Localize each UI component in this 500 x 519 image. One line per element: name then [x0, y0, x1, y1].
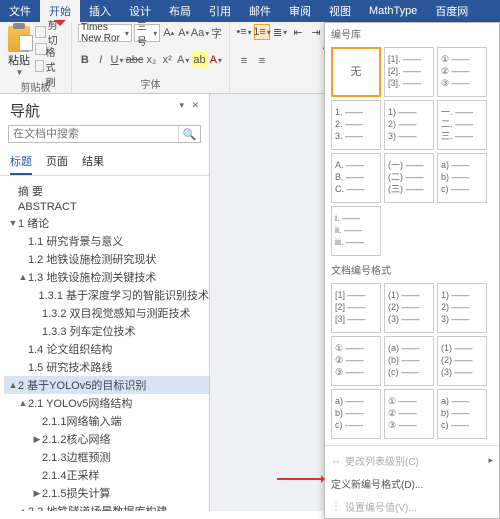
ribbon-tab-5[interactable]: 引用: [200, 0, 240, 22]
chevron-down-icon: ▼: [15, 68, 24, 77]
numlib-doc-item[interactable]: 1) ——2) ——3) ——: [437, 283, 487, 333]
align-left-button[interactable]: ≡: [236, 53, 252, 69]
brush-icon: [35, 60, 44, 72]
phonetic-guide-button[interactable]: 字: [210, 25, 223, 41]
bullets-button[interactable]: •≡▾: [236, 24, 252, 40]
subscript-button[interactable]: x₂: [145, 52, 159, 68]
change-list-level-menu: ↔更改列表级别(C)▸: [325, 449, 499, 472]
format-painter-button[interactable]: 格式刷: [35, 58, 65, 74]
tree-node[interactable]: ▲2.2 地铁隧道场景数据库构建: [4, 502, 209, 511]
tree-node[interactable]: 1.4 论文组织结构: [4, 340, 209, 358]
nav-tab-1[interactable]: 页面: [46, 149, 68, 175]
tree-node[interactable]: ▶2.1.5损失计算: [4, 484, 209, 502]
numlib-item[interactable]: (一) ——(二) ——(三) ——: [384, 153, 434, 203]
nav-title: 导航: [10, 100, 40, 121]
ribbon-tab-8[interactable]: 视图: [320, 0, 360, 22]
tree-node[interactable]: 1.5 研究技术路线: [4, 358, 209, 376]
align-center-button[interactable]: ≡: [254, 53, 270, 69]
clipboard-icon: [8, 26, 30, 52]
paste-button[interactable]: 粘贴 ▼: [6, 24, 32, 79]
tree-node[interactable]: 摘 要: [4, 182, 209, 200]
tree-node[interactable]: 2.1.1网络输入端: [4, 412, 209, 430]
numlib-doc-item[interactable]: (a) ——(b) ——(c) ——: [384, 336, 434, 386]
tree-node[interactable]: 1.3.1 基于深度学习的智能识别技术: [4, 286, 209, 304]
tree-node[interactable]: 2.1.4正采样: [4, 466, 209, 484]
font-size-select[interactable]: 三号▾: [134, 24, 160, 42]
font-color-button[interactable]: A▾: [209, 52, 223, 68]
multilevel-list-button[interactable]: ≣▾: [272, 24, 288, 40]
numlib-doc-title: 文档编号格式: [325, 259, 499, 280]
ribbon-tab-4[interactable]: 布局: [160, 0, 200, 22]
tree-node[interactable]: ▼1 绪论: [4, 214, 209, 232]
clipboard-group-label: 剪贴板: [6, 79, 65, 94]
tree-node[interactable]: 1.2 地铁设施检测研究现状: [4, 250, 209, 268]
ribbon-tab-0[interactable]: 文件: [0, 0, 40, 22]
numlib-doc-item[interactable]: ① ——② ——③ ——: [331, 336, 381, 386]
tree-node[interactable]: ▲2 基于YOLOv5的目标识别: [4, 376, 209, 394]
ribbon-tab-7[interactable]: 审阅: [280, 0, 320, 22]
tree-node[interactable]: 2.1.3边框预测: [4, 448, 209, 466]
text-effects-button[interactable]: A▾: [176, 52, 190, 68]
define-new-number-format-menu[interactable]: 定义新编号格式(D)...: [325, 472, 499, 495]
nav-search-input[interactable]: [9, 126, 178, 142]
numlib-doc-item[interactable]: a) ——b) ——c) ——: [437, 389, 487, 439]
numlib-item[interactable]: 1) ——2) ——3) ——: [384, 100, 434, 150]
tree-node[interactable]: ▲1.3 地铁设施检测关键技术: [4, 268, 209, 286]
tree-node[interactable]: ABSTRACT: [4, 200, 209, 214]
tree-node[interactable]: 1.3.3 列车定位技术: [4, 322, 209, 340]
grow-font-button[interactable]: A▴: [162, 25, 175, 41]
numbering-library-popup: 编号库 无 [1]. ——[2]. ——[3]. —— ① ——② ——③ ——…: [324, 22, 500, 519]
highlight-button[interactable]: ab: [192, 52, 206, 68]
tree-node[interactable]: 1.3.2 双目视觉感知与测距技术: [4, 304, 209, 322]
font-name-select[interactable]: Times New Ror▾: [78, 24, 132, 42]
decrease-indent-button[interactable]: ⇤: [290, 24, 306, 40]
numlib-none[interactable]: 无: [331, 47, 381, 97]
tree-node[interactable]: ▶2.1.2核心网络: [4, 430, 209, 448]
search-icon[interactable]: 🔍: [178, 126, 200, 142]
numlib-item[interactable]: A. ——B. ——C. ——: [331, 153, 381, 203]
paste-label: 粘贴: [8, 52, 30, 68]
italic-button[interactable]: I: [94, 52, 108, 68]
tree-node[interactable]: ▲2.1 YOLOv5网络结构: [4, 394, 209, 412]
ribbon-tab-2[interactable]: 插入: [80, 0, 120, 22]
numlib-doc-item[interactable]: [1] ——[2] ——[3] ——: [331, 283, 381, 333]
numlib-item[interactable]: ① ——② ——③ ——: [437, 47, 487, 97]
change-case-button[interactable]: Aa▾: [192, 25, 208, 41]
numlib-doc-item[interactable]: a) ——b) ——c) ——: [331, 389, 381, 439]
bold-button[interactable]: B: [78, 52, 92, 68]
strikethrough-button[interactable]: abc: [127, 52, 143, 68]
numlib-title: 编号库: [325, 23, 499, 44]
set-number-value-menu: ⋮设置编号值(V)...: [325, 495, 499, 518]
nav-tab-0[interactable]: 标题: [10, 149, 32, 175]
numlib-item[interactable]: [1]. ——[2]. ——[3]. ——: [384, 47, 434, 97]
numlib-item[interactable]: 一. ——二. ——三. ——: [437, 100, 487, 150]
numlib-item[interactable]: i. ——ii. ——iii. ——: [331, 206, 381, 256]
numlib-doc-item[interactable]: (1) ——(2) ——(3) ——: [437, 336, 487, 386]
tree-node[interactable]: 1.1 研究背景与意义: [4, 232, 209, 250]
nav-tab-2[interactable]: 结果: [82, 149, 104, 175]
nav-dropdown-button[interactable]: ▾ ✕: [179, 100, 199, 121]
numlib-doc-item[interactable]: (1) ——(2) ——(3) ——: [384, 283, 434, 333]
numlib-item[interactable]: a) ——b) ——c) ——: [437, 153, 487, 203]
font-group-label: 字体: [78, 76, 223, 91]
superscript-button[interactable]: x²: [160, 52, 174, 68]
numlib-doc-item[interactable]: ① ——② ——③ ——: [384, 389, 434, 439]
numbering-button[interactable]: 1≡▾: [254, 24, 270, 40]
scissors-icon: [35, 26, 46, 38]
increase-indent-button[interactable]: ⇥: [308, 24, 324, 40]
underline-button[interactable]: U▾: [110, 52, 125, 68]
ribbon-tab-6[interactable]: 邮件: [240, 0, 280, 22]
shrink-font-button[interactable]: A▾: [177, 25, 190, 41]
numlib-item[interactable]: 1. ——2. ——3. ——: [331, 100, 381, 150]
ribbon-tab-10[interactable]: 百度网: [426, 0, 477, 22]
ribbon-tab-9[interactable]: MathType: [360, 0, 426, 22]
